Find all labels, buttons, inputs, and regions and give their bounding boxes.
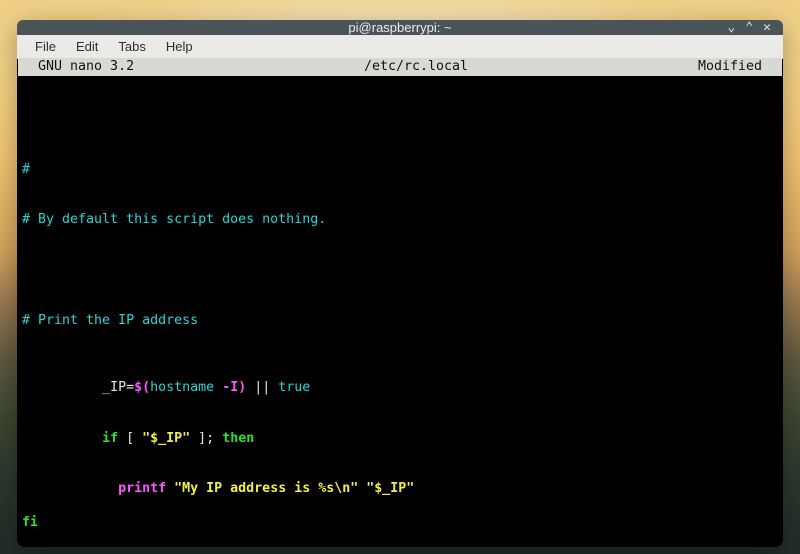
code-keyword: true: [278, 380, 310, 395]
close-button[interactable]: ✕: [763, 20, 771, 35]
code-comment: #: [22, 162, 30, 177]
menu-help[interactable]: Help: [156, 35, 203, 58]
nano-version: GNU nano 3.2: [18, 59, 134, 76]
code-printf: printf: [102, 481, 174, 496]
window-title: pi@raspberrypi: ~: [348, 20, 451, 35]
nano-editor[interactable]: # # By default this script does nothing.…: [18, 76, 782, 547]
code-flag: -I: [222, 380, 238, 395]
minimize-button[interactable]: ⌄: [728, 20, 736, 35]
window-controls: ⌄ ⌃ ✕: [728, 20, 777, 35]
nano-header: GNU nano 3.2 /etc/rc.local Modified: [18, 59, 782, 76]
code-string: "$_IP": [142, 431, 190, 446]
code-cmd: hostname: [150, 380, 222, 395]
code-fi: fi: [22, 515, 38, 530]
code-comment: # Print the IP address: [22, 313, 198, 328]
code-then: then: [222, 431, 254, 446]
code-string: "My IP address is %s\n": [174, 481, 358, 496]
code-var: _IP: [102, 380, 126, 395]
desktop-background: pi@raspberrypi: ~ ⌄ ⌃ ✕ File Edit Tabs H…: [0, 0, 800, 554]
code-subst-open: $(: [134, 380, 150, 395]
terminal-area[interactable]: GNU nano 3.2 /etc/rc.local Modified # # …: [17, 59, 783, 547]
menubar: File Edit Tabs Help: [17, 35, 783, 59]
maximize-button[interactable]: ⌃: [745, 20, 753, 35]
code-string: "$_IP": [366, 481, 414, 496]
terminal-window: pi@raspberrypi: ~ ⌄ ⌃ ✕ File Edit Tabs H…: [17, 20, 783, 547]
code-if: if: [102, 431, 118, 446]
menu-tabs[interactable]: Tabs: [108, 35, 155, 58]
nano-filepath: /etc/rc.local: [134, 59, 698, 76]
menu-file[interactable]: File: [25, 35, 66, 58]
window-titlebar[interactable]: pi@raspberrypi: ~ ⌄ ⌃ ✕: [17, 20, 783, 35]
nano-status: Modified: [698, 59, 782, 76]
code-comment: # By default this script does nothing.: [22, 212, 326, 227]
menu-edit[interactable]: Edit: [66, 35, 108, 58]
